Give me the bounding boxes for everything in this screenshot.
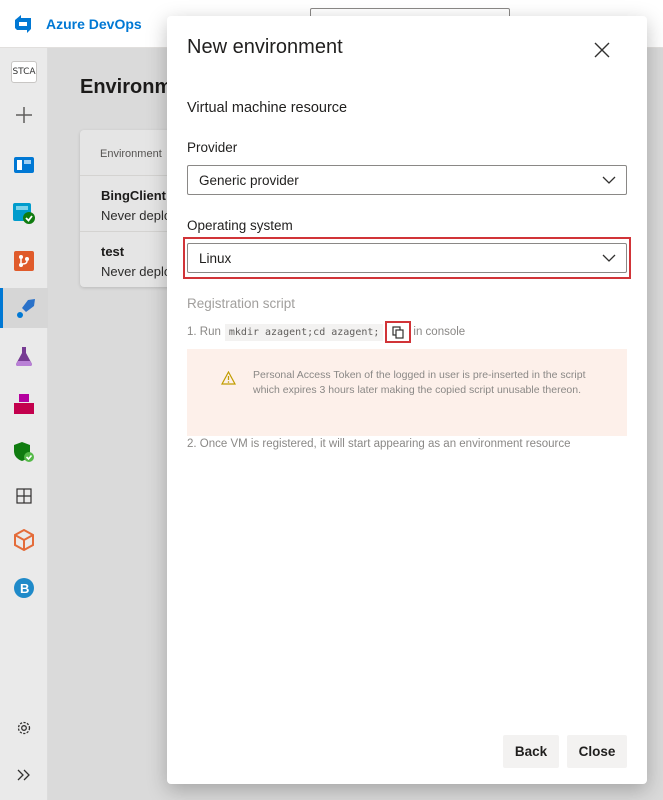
nav-b-extension[interactable]: B [0,568,48,608]
dialog-title: New environment [187,36,343,58]
os-dropdown[interactable]: Linux [187,243,627,273]
plus-icon [16,107,32,123]
nav-pipelines[interactable] [0,288,48,328]
repos-icon [14,251,34,271]
nav-security[interactable] [0,432,48,472]
org-avatar-icon: STCA [11,61,37,83]
nav-repos[interactable] [0,241,48,281]
left-nav: STCA B [0,48,48,800]
copy-icon [392,325,405,339]
step1-suffix: in console [413,326,466,338]
os-label: Operating system [187,218,293,233]
new-environment-dialog: New environment Virtual machine resource… [167,16,647,784]
step-1: 1. Run mkdir azagent;cd azagent; in cons… [187,321,466,343]
svg-text:B: B [20,581,29,596]
repos-check-icon [13,203,35,224]
chevron-down-icon [602,176,616,184]
chevron-down-icon [602,254,616,262]
step1-prefix: 1. Run [187,326,221,338]
nav-grid[interactable] [0,476,48,516]
back-button[interactable]: Back [503,735,559,768]
azure-devops-logo-icon [15,15,31,33]
pipelines-icon [16,299,35,318]
nav-new[interactable] [0,95,48,135]
copy-script-button[interactable] [385,321,412,343]
nav-package[interactable] [0,520,48,560]
nav-expand[interactable] [0,755,48,795]
close-button[interactable]: Close [567,735,627,768]
artifacts-icon [14,394,34,414]
package-icon [14,529,34,551]
nav-settings[interactable] [0,708,48,748]
section-title: Virtual machine resource [187,100,348,116]
provider-value: Generic provider [199,172,299,188]
nav-repos-check[interactable] [0,193,48,233]
step-2: 2. Once VM is registered, it will start … [187,438,571,450]
nav-boards[interactable] [0,145,48,185]
warning-text: Personal Access Token of the logged in u… [253,369,586,396]
close-icon [594,42,610,58]
expand-chevrons-icon [17,769,30,781]
close-dialog-button[interactable] [590,38,614,62]
provider-label: Provider [187,140,238,155]
nav-artifacts[interactable] [0,384,48,424]
os-value: Linux [199,250,232,266]
grid-icon [16,488,32,504]
registration-script-label: Registration script [187,296,296,311]
script-snippet[interactable]: mkdir azagent;cd azagent; [224,323,384,341]
boards-icon [14,157,34,173]
test-plans-icon [16,347,32,366]
nav-test-plans[interactable] [0,336,48,376]
warning-message: Personal Access Token of the logged in u… [187,349,627,436]
app-name: Azure DevOps [46,16,142,32]
gear-icon [17,721,31,735]
b-circle-icon: B [14,578,34,598]
warning-icon [221,371,236,385]
security-shield-icon [14,442,34,462]
provider-dropdown[interactable]: Generic provider [187,165,627,195]
nav-org[interactable]: STCA [0,52,48,92]
brand[interactable]: Azure DevOps [12,12,142,36]
